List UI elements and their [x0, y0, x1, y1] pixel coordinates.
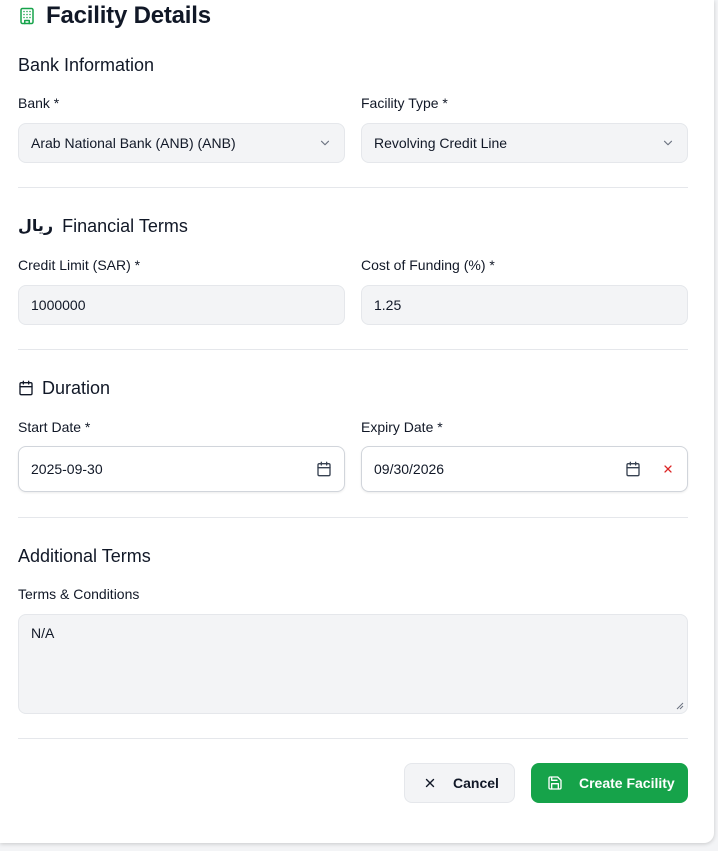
start-date-value: 2025-09-30: [31, 461, 103, 477]
close-icon: [423, 776, 437, 790]
start-date-label: Start Date *: [18, 419, 91, 435]
facility-type-label: Facility Type *: [361, 95, 448, 111]
chevron-down-icon: [318, 136, 332, 150]
cancel-button[interactable]: Cancel: [404, 763, 515, 803]
save-icon: [547, 775, 563, 791]
cost-of-funding-value: 1.25: [374, 297, 402, 313]
additional-terms-heading: Additional Terms: [18, 544, 688, 568]
resize-handle-icon[interactable]: [676, 702, 684, 710]
page-header: Facility Details: [18, 0, 688, 32]
expiry-date-value: 09/30/2026: [374, 461, 445, 477]
facility-details-card: Facility Details Bank Information Bank *…: [0, 0, 714, 843]
bank-label: Bank *: [18, 95, 60, 111]
building-icon: [18, 7, 36, 25]
bank-information-title: Bank Information: [18, 54, 155, 75]
terms-label: Terms & Conditions: [18, 586, 140, 602]
duration-heading: Duration: [18, 376, 688, 400]
bank-information-fields: Bank * Arab National Bank (ANB) (ANB) Fa…: [18, 94, 688, 163]
form-actions: Cancel Create Facility: [18, 763, 688, 803]
page-title: Facility Details: [46, 2, 211, 29]
financial-terms-fields: Credit Limit (SAR) * 1000000 Cost of Fun…: [18, 256, 688, 325]
financial-terms-title: Financial Terms: [62, 215, 188, 236]
clear-icon[interactable]: [661, 463, 675, 475]
financial-terms-heading: ريال Financial Terms: [18, 214, 688, 238]
cost-of-funding-label: Cost of Funding (%) *: [361, 257, 495, 273]
cost-of-funding-input[interactable]: 1.25: [361, 285, 688, 325]
create-facility-button-label: Create Facility: [579, 775, 675, 791]
start-date-input[interactable]: 2025-09-30: [18, 446, 345, 492]
terms-value: N/A: [31, 625, 55, 641]
cancel-button-label: Cancel: [453, 775, 499, 791]
facility-type-select[interactable]: Revolving Credit Line: [361, 123, 688, 163]
riyal-icon: ريال: [18, 218, 54, 235]
chevron-down-icon: [661, 136, 675, 150]
bank-select-value: Arab National Bank (ANB) (ANB): [31, 135, 236, 151]
calendar-icon: [18, 380, 34, 396]
duration-title: Duration: [42, 377, 111, 398]
bank-select[interactable]: Arab National Bank (ANB) (ANB): [18, 123, 345, 163]
facility-type-select-value: Revolving Credit Line: [374, 135, 508, 151]
calendar-icon[interactable]: [316, 461, 332, 477]
credit-limit-value: 1000000: [31, 297, 86, 313]
credit-limit-input[interactable]: 1000000: [18, 285, 345, 325]
credit-limit-label: Credit Limit (SAR) *: [18, 257, 141, 273]
duration-fields: Start Date * 2025-09-30 Expiry Date * 09…: [18, 418, 688, 492]
bank-information-heading: Bank Information: [18, 53, 688, 77]
create-facility-button[interactable]: Create Facility: [531, 763, 688, 803]
expiry-date-input[interactable]: 09/30/2026: [361, 446, 688, 492]
calendar-icon[interactable]: [625, 461, 641, 477]
terms-textarea[interactable]: N/A: [18, 614, 688, 714]
additional-terms-title: Additional Terms: [18, 545, 151, 566]
expiry-date-label: Expiry Date *: [361, 419, 443, 435]
